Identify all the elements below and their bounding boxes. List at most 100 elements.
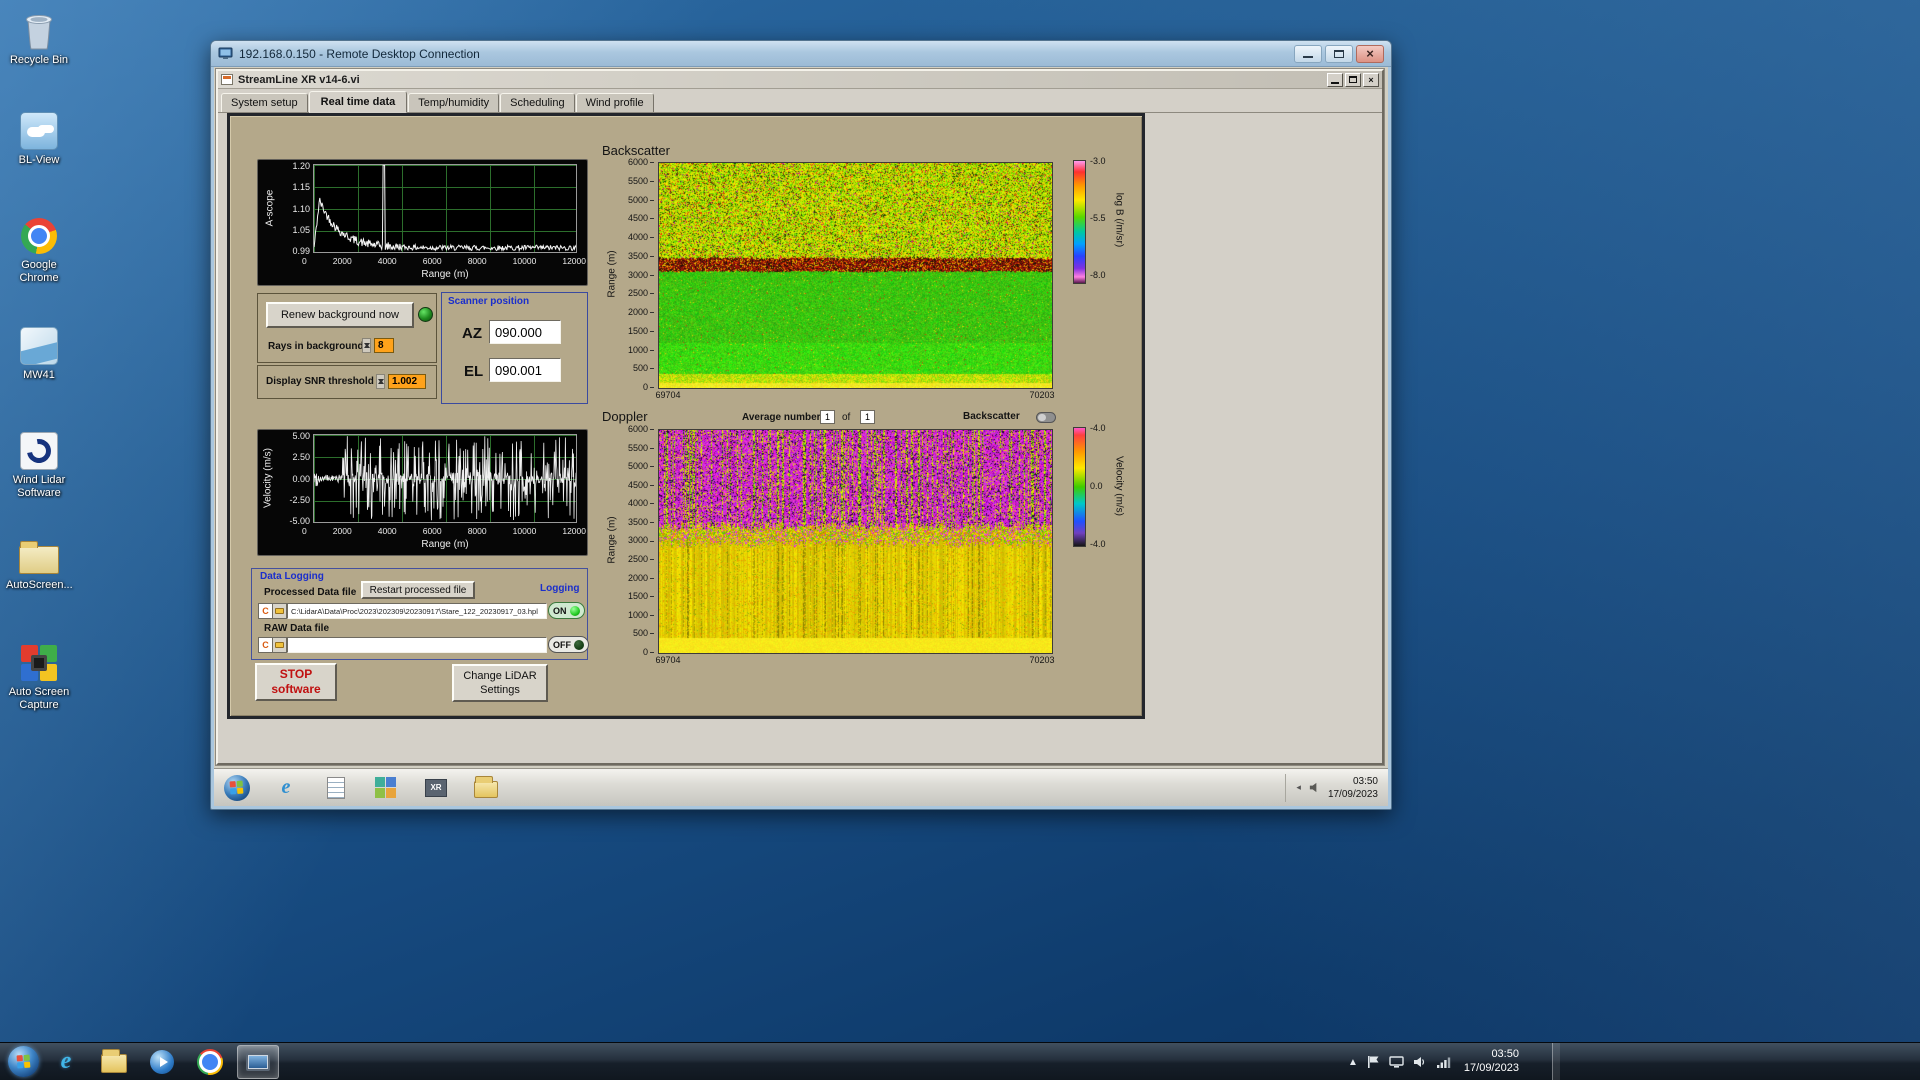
remote-taskbar-item-notepad[interactable]: [322, 774, 350, 802]
volume-icon[interactable]: [1308, 781, 1321, 794]
velocity-x-axis-label: Range (m): [421, 539, 469, 550]
average-number-field[interactable]: 1: [820, 410, 835, 424]
el-value-field[interactable]: 090.001: [489, 358, 561, 382]
backscatter-title: Backscatter: [602, 143, 670, 158]
remote-start-button[interactable]: [224, 774, 250, 801]
action-center-flag-icon[interactable]: [1367, 1055, 1380, 1069]
close-icon: ×: [1368, 74, 1374, 85]
desktop-icon-auto-screen-capture[interactable]: Auto Screen Capture: [6, 640, 72, 712]
taskbar-item-remote-desktop[interactable]: [237, 1044, 279, 1079]
toggle-off-label: OFF: [553, 639, 571, 650]
chrome-icon: [197, 1048, 223, 1075]
xr-app-icon: XR: [425, 778, 447, 797]
average-of-field[interactable]: 1: [860, 410, 875, 424]
browse-folder-icon[interactable]: [273, 603, 287, 619]
axis-tick: 6000: [422, 526, 442, 536]
colorbar-tick: -5.5: [1090, 213, 1106, 223]
clock-date: 17/09/2023: [1463, 1062, 1519, 1074]
snr-threshold-field[interactable]: 1.002: [388, 374, 426, 389]
axis-tick: 500: [633, 363, 654, 373]
chevron-up-icon[interactable]: ▲: [1348, 1057, 1358, 1068]
close-icon: ×: [1366, 46, 1374, 61]
chevron-left-icon[interactable]: ◂: [1296, 782, 1301, 793]
processed-path-control[interactable]: C C:\LidarA\Data\Proc\2023\202309\202309…: [258, 603, 547, 619]
folder-icon: [6, 533, 72, 579]
backscatter-display-toggle[interactable]: [1036, 412, 1056, 423]
tab-real-time-data[interactable]: Real time data: [308, 91, 408, 113]
raw-path-control[interactable]: C: [258, 637, 547, 653]
remote-taskbar-item-ie[interactable]: e: [272, 774, 300, 802]
browse-folder-icon[interactable]: [273, 637, 287, 653]
app-close-button[interactable]: ×: [1363, 72, 1379, 87]
app-restore-button[interactable]: [1345, 72, 1361, 87]
axis-tick: 2500: [628, 554, 654, 564]
desktop: Recycle Bin BL-View Google Chrome MW41 W…: [0, 0, 1920, 1080]
backscatter-y-ticks: 6000 5500 5000 4500 4000 3500 3000 2500 2000 1500…: [620, 157, 654, 392]
axis-tick: 2000: [628, 307, 654, 317]
raw-path-field[interactable]: [287, 637, 547, 653]
taskbar-item-chrome[interactable]: [189, 1045, 231, 1079]
logging-label: Logging: [540, 583, 580, 594]
app-minimize-button[interactable]: [1327, 72, 1343, 87]
processed-path-field[interactable]: C:\LidarA\Data\Proc\2023\202309\20230917…: [287, 603, 547, 619]
rdp-window: 192.168.0.150 - Remote Desktop Connectio…: [210, 40, 1392, 810]
scanner-position-title: Scanner position: [448, 296, 530, 307]
stop-software-button[interactable]: STOP software: [255, 663, 337, 701]
axis-tick: -2.50: [289, 494, 310, 505]
taskbar-item-ie[interactable]: e: [45, 1045, 87, 1079]
snr-spinner[interactable]: [376, 374, 385, 389]
start-button[interactable]: [8, 1046, 39, 1077]
app-grid-icon: [375, 776, 397, 799]
folder-icon: [474, 776, 498, 798]
axis-tick: 1000: [628, 610, 654, 620]
axis-tick: 6000: [422, 256, 442, 266]
chrome-icon: [6, 213, 72, 259]
tab-scheduling[interactable]: Scheduling: [500, 93, 575, 112]
renew-background-button[interactable]: Renew background now: [266, 302, 414, 328]
remote-taskbar-item-streamline-xr[interactable]: XR: [422, 774, 450, 802]
desktop-icon-autoscreen-folder[interactable]: AutoScreen...: [6, 533, 73, 592]
desktop-icon-google-chrome[interactable]: Google Chrome: [6, 213, 72, 285]
tab-strip: System setup Real time data Temp/humidit…: [218, 89, 1382, 113]
change-lidar-settings-button[interactable]: Change LiDAR Settings: [452, 664, 548, 702]
remote-taskbar-item-folder[interactable]: [472, 774, 500, 802]
axis-tick: 1.20: [292, 161, 310, 171]
display-icon[interactable]: [1389, 1055, 1404, 1069]
volume-icon[interactable]: [1413, 1055, 1427, 1069]
axis-tick: 4000: [377, 526, 397, 536]
show-desktop-button[interactable]: [1552, 1043, 1560, 1080]
taskbar-item-explorer[interactable]: [93, 1045, 135, 1079]
remote-taskbar-item-app[interactable]: [372, 774, 400, 802]
lidar-front-panel: A-scope 1.20 1.15 1.10 1.05 0.99 0 2000 4000 60…: [227, 113, 1145, 719]
rdp-close-button[interactable]: ×: [1356, 44, 1384, 63]
rays-spinner[interactable]: [362, 338, 371, 353]
network-icon[interactable]: [1436, 1056, 1451, 1069]
desktop-icon-mw41[interactable]: MW41: [6, 323, 72, 382]
processed-logging-toggle[interactable]: ON: [548, 602, 585, 619]
desktop-icon-recycle-bin[interactable]: Recycle Bin: [6, 8, 72, 67]
remote-clock[interactable]: 03:50 17/09/2023: [1328, 775, 1378, 801]
tab-wind-profile[interactable]: Wind profile: [575, 93, 654, 112]
change-button-line2: Settings: [480, 684, 520, 696]
tab-temp-humidity[interactable]: Temp/humidity: [408, 93, 500, 112]
ascope-trace: [314, 165, 576, 252]
desktop-icon-bl-view[interactable]: BL-View: [6, 108, 72, 167]
raw-logging-toggle[interactable]: OFF: [548, 636, 589, 653]
rays-in-background-field[interactable]: 8: [374, 338, 394, 353]
restart-processed-file-button[interactable]: Restart processed file: [361, 581, 475, 599]
snr-threshold-box: Display SNR threshold 1.002: [257, 365, 437, 399]
doppler-colorbar: [1073, 427, 1086, 547]
taskbar-item-media-player[interactable]: [141, 1045, 183, 1079]
rdp-maximize-button[interactable]: [1325, 44, 1353, 63]
media-player-icon: [150, 1049, 174, 1074]
remote-desktop-icon: [246, 1052, 270, 1071]
colorbar-tick: -4.0: [1090, 539, 1106, 549]
ascope-x-ticks: 0 2000 4000 6000 8000 10000 12000: [302, 256, 586, 266]
tab-system-setup[interactable]: System setup: [221, 93, 308, 112]
rdp-minimize-button[interactable]: [1294, 44, 1322, 63]
drive-letter-icon: C: [258, 603, 273, 619]
minimize-icon: [1331, 82, 1339, 84]
az-value-field[interactable]: 090.000: [489, 320, 561, 344]
desktop-icon-wind-lidar-software[interactable]: Wind Lidar Software: [6, 428, 72, 500]
taskbar-clock[interactable]: 03:50 17/09/2023: [1464, 1048, 1519, 1076]
